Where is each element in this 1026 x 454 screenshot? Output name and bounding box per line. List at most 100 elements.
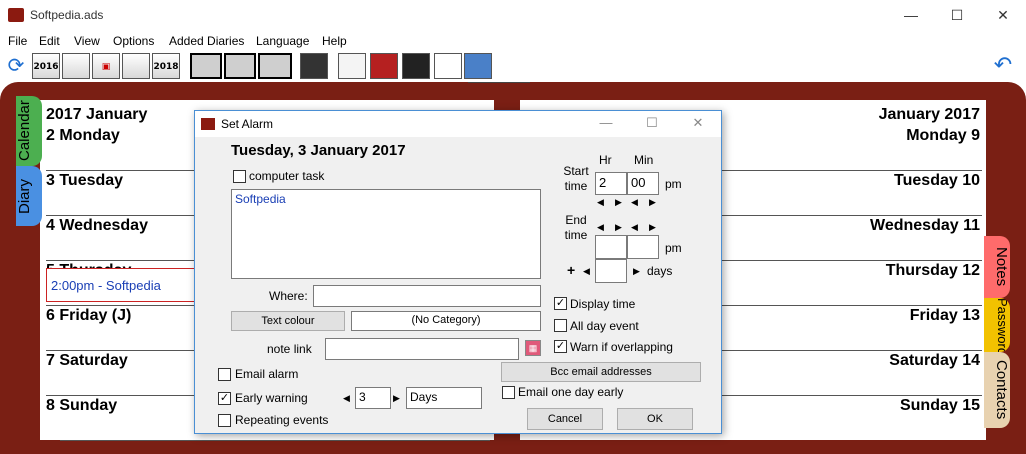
menu-added-diaries[interactable]: Added Diaries [169, 34, 244, 48]
refresh-icon[interactable]: ⟳ [4, 54, 28, 78]
dialog-diary-icon [201, 118, 215, 130]
bcc-email-button[interactable]: Bcc email addresses [501, 362, 701, 382]
bookshelf-icon[interactable] [402, 53, 430, 79]
divider [722, 305, 982, 306]
display-time-checkbox[interactable]: ✓ [554, 297, 567, 310]
next-year-button[interactable]: 2018 [152, 53, 180, 79]
day-friday-6[interactable]: 6 Friday (J) [46, 307, 131, 325]
end-hr-decrease-icon[interactable]: ◀ [597, 222, 604, 233]
start-min-field[interactable]: 00 [627, 172, 659, 195]
all-day-event-label: All day event [570, 319, 639, 333]
divider [722, 395, 982, 396]
early-increase-icon[interactable]: ▶ [393, 393, 400, 404]
day-wednesday-11[interactable]: Wednesday 11 [870, 217, 980, 235]
day-saturday-7[interactable]: 7 Saturday [46, 352, 128, 370]
menu-file[interactable]: File [8, 34, 27, 48]
close-button[interactable]: ✕ [980, 4, 1026, 26]
tab-passwords[interactable]: Passwords [984, 298, 1010, 352]
email-alarm-checkbox[interactable] [218, 368, 231, 381]
calendar-picker-icon[interactable]: ▦ [525, 340, 541, 356]
text-colour-button[interactable]: Text colour [231, 311, 345, 331]
cancel-button[interactable]: Cancel [527, 408, 603, 430]
day-tuesday-10[interactable]: Tuesday 10 [894, 172, 980, 190]
window-title: Softpedia.ads [30, 8, 104, 22]
email-one-day-early-checkbox[interactable] [502, 386, 515, 399]
set-alarm-dialog: Set Alarm — ☐ ✕ Tuesday, 3 January 2017 … [194, 110, 722, 434]
menu-language[interactable]: Language [256, 34, 309, 48]
warn-overlapping-label: Warn if overlapping [570, 340, 673, 354]
view-diary-icon[interactable] [258, 53, 292, 79]
early-warning-checkbox[interactable]: ✓ [218, 392, 231, 405]
today-icon[interactable]: ▣ [92, 53, 120, 79]
menu-options[interactable]: Options [113, 34, 154, 48]
tab-calendar[interactable]: Calendar [16, 96, 42, 166]
start-min-decrease-icon[interactable]: ◀ [631, 197, 638, 208]
day-sunday-8[interactable]: 8 Sunday [46, 397, 117, 415]
day-friday-13[interactable]: Friday 13 [910, 307, 980, 325]
min-label: Min [634, 153, 654, 167]
end-hr-increase-icon[interactable]: ▶ [615, 222, 622, 233]
early-warning-value[interactable]: 3 [355, 387, 391, 409]
menu-edit[interactable]: Edit [39, 34, 60, 48]
day-monday-2[interactable]: 2 Monday [46, 127, 120, 145]
early-warning-unit[interactable]: Days [406, 387, 482, 409]
diary-entry[interactable]: 2:00pm - Softpedia [46, 268, 200, 302]
category-field[interactable]: (No Category) [351, 311, 541, 331]
book-icon[interactable] [370, 53, 398, 79]
ok-button[interactable]: OK [617, 408, 693, 430]
tab-diary[interactable]: Diary [16, 166, 42, 226]
prev-month-icon[interactable] [62, 53, 90, 79]
tab-contacts[interactable]: Contacts [984, 352, 1010, 428]
start-hr-decrease-icon[interactable]: ◀ [597, 197, 604, 208]
dialog-minimize-button[interactable]: — [591, 115, 621, 130]
app-diary-icon [8, 8, 24, 22]
maximize-button[interactable]: ☐ [934, 4, 980, 26]
day-saturday-14[interactable]: Saturday 14 [889, 352, 980, 370]
menu-view[interactable]: View [74, 34, 100, 48]
minimize-button[interactable]: — [888, 4, 934, 26]
end-min-decrease-icon[interactable]: ◀ [631, 222, 638, 233]
day-wednesday-4[interactable]: 4 Wednesday [46, 217, 148, 235]
alarm-note-textarea[interactable]: Softpedia [231, 189, 541, 279]
day-thursday-12[interactable]: Thursday 12 [886, 262, 980, 280]
end-hr-field[interactable] [595, 235, 627, 259]
where-field[interactable] [313, 285, 541, 307]
next-month-icon[interactable] [122, 53, 150, 79]
where-label: Where: [269, 289, 308, 303]
day-tuesday-3[interactable]: 3 Tuesday [46, 172, 123, 190]
family-icon[interactable] [464, 53, 492, 79]
email-one-day-early-label: Email one day early [518, 385, 624, 399]
view-week-icon[interactable] [190, 53, 222, 79]
repeating-events-checkbox[interactable] [218, 414, 231, 427]
day-sunday-15[interactable]: Sunday 15 [900, 397, 980, 415]
day-monday-9[interactable]: Monday 9 [906, 127, 980, 145]
days-decrease-icon[interactable]: ◀ [583, 266, 590, 277]
start-hr-field[interactable]: 2 [595, 172, 627, 195]
note-link-label: note link [267, 342, 312, 356]
dialog-maximize-button[interactable]: ☐ [637, 115, 667, 131]
balloons-icon[interactable] [434, 53, 462, 79]
notes-list-icon[interactable] [338, 53, 366, 79]
all-day-event-checkbox[interactable] [554, 319, 567, 332]
tab-notes[interactable]: Notes [984, 236, 1010, 298]
start-hr-increase-icon[interactable]: ▶ [615, 197, 622, 208]
repeating-events-label: Repeating events [235, 413, 329, 427]
divider [722, 350, 982, 351]
view-list-icon[interactable] [224, 53, 256, 79]
end-min-increase-icon[interactable]: ▶ [649, 222, 656, 233]
prev-year-button[interactable]: 2016 [32, 53, 60, 79]
end-pm-label: pm [665, 241, 682, 255]
divider [722, 170, 982, 171]
dialog-close-button[interactable]: ✕ [683, 115, 713, 131]
computer-task-checkbox[interactable] [233, 170, 246, 183]
early-decrease-icon[interactable]: ◀ [343, 393, 350, 404]
note-link-field[interactable] [325, 338, 519, 360]
undo-arrow-icon[interactable]: ↶ [988, 52, 1018, 78]
days-increase-icon[interactable]: ▶ [633, 266, 640, 277]
menu-help[interactable]: Help [322, 34, 347, 48]
warn-overlapping-checkbox[interactable]: ✓ [554, 340, 567, 353]
start-min-increase-icon[interactable]: ▶ [649, 197, 656, 208]
end-min-field[interactable] [627, 235, 659, 259]
film-reel-icon[interactable] [300, 53, 328, 79]
days-field[interactable] [595, 259, 627, 283]
